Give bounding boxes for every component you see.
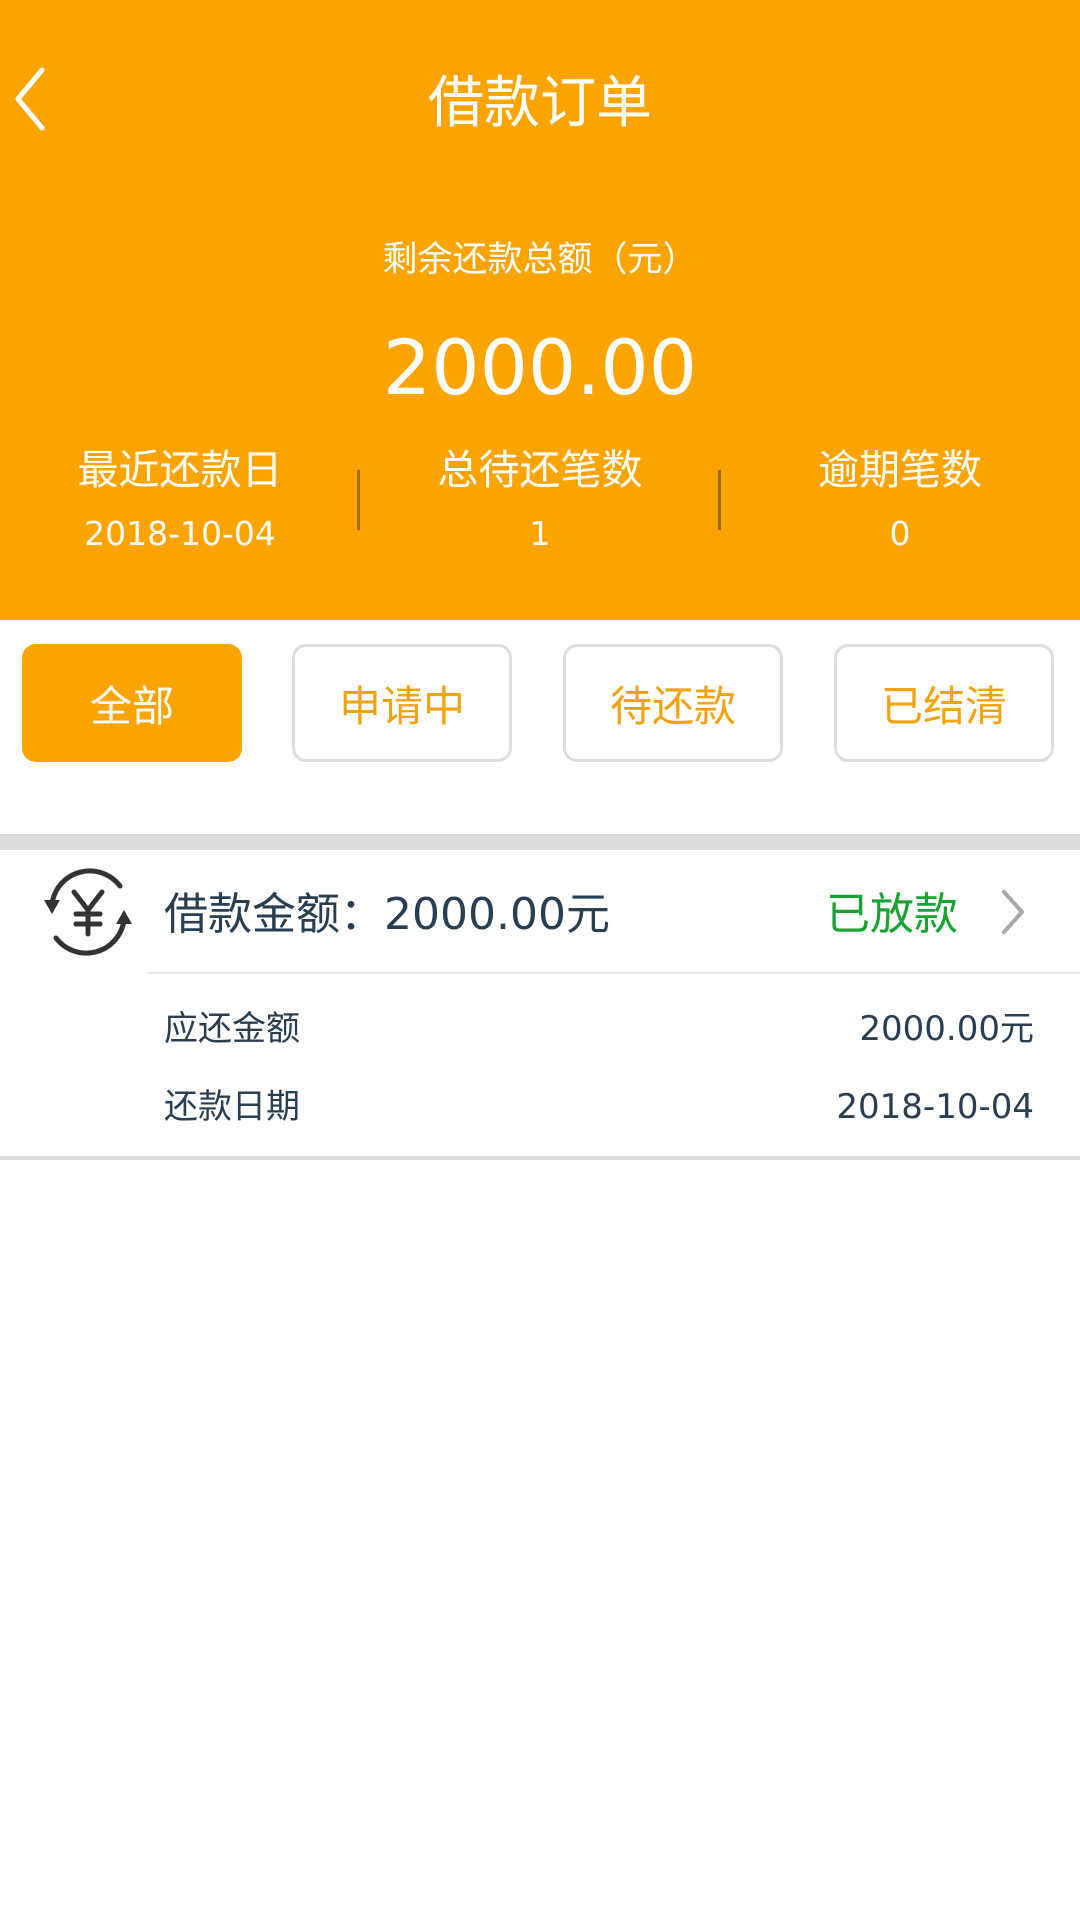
section-divider	[0, 834, 1080, 850]
stat-pending-count: 总待还笔数 1	[360, 440, 720, 564]
stat-value: 1	[529, 514, 551, 553]
stat-overdue-count: 逾期笔数 0	[720, 440, 1080, 564]
due-amount-label: 应还金额	[164, 1009, 300, 1049]
repay-date-label: 还款日期	[164, 1087, 300, 1127]
page-title: 借款订单	[428, 71, 652, 136]
card-bottom-border	[0, 1156, 1080, 1160]
stat-latest-repay-date: 最近还款日 2018-10-04	[0, 440, 360, 564]
stat-label: 最近还款日	[77, 446, 283, 494]
stat-label: 逾期笔数	[818, 446, 982, 494]
chevron-right-icon[interactable]	[998, 888, 1028, 936]
card-separator	[148, 972, 1080, 974]
repay-date-value: 2018-10-04	[836, 1087, 1034, 1127]
stat-value: 2018-10-04	[84, 514, 276, 553]
loan-amount-label: 借款金额：2000.00元	[164, 889, 610, 940]
filter-settled-button[interactable]: 已结清	[834, 644, 1054, 762]
stat-value: 0	[889, 514, 911, 553]
filter-pending-repay-button[interactable]: 待还款	[563, 644, 783, 762]
remaining-total-label: 剩余还款总额（元）	[382, 240, 698, 280]
loan-status-label: 已放款	[826, 889, 958, 940]
yen-cycle-icon	[44, 868, 132, 956]
remaining-total-amount: 2000.00	[382, 323, 698, 412]
due-amount-value: 2000.00元	[859, 1009, 1034, 1049]
stat-label: 总待还笔数	[437, 446, 643, 494]
filter-all-button[interactable]: 全部	[22, 644, 242, 762]
filter-applying-button[interactable]: 申请中	[292, 644, 512, 762]
